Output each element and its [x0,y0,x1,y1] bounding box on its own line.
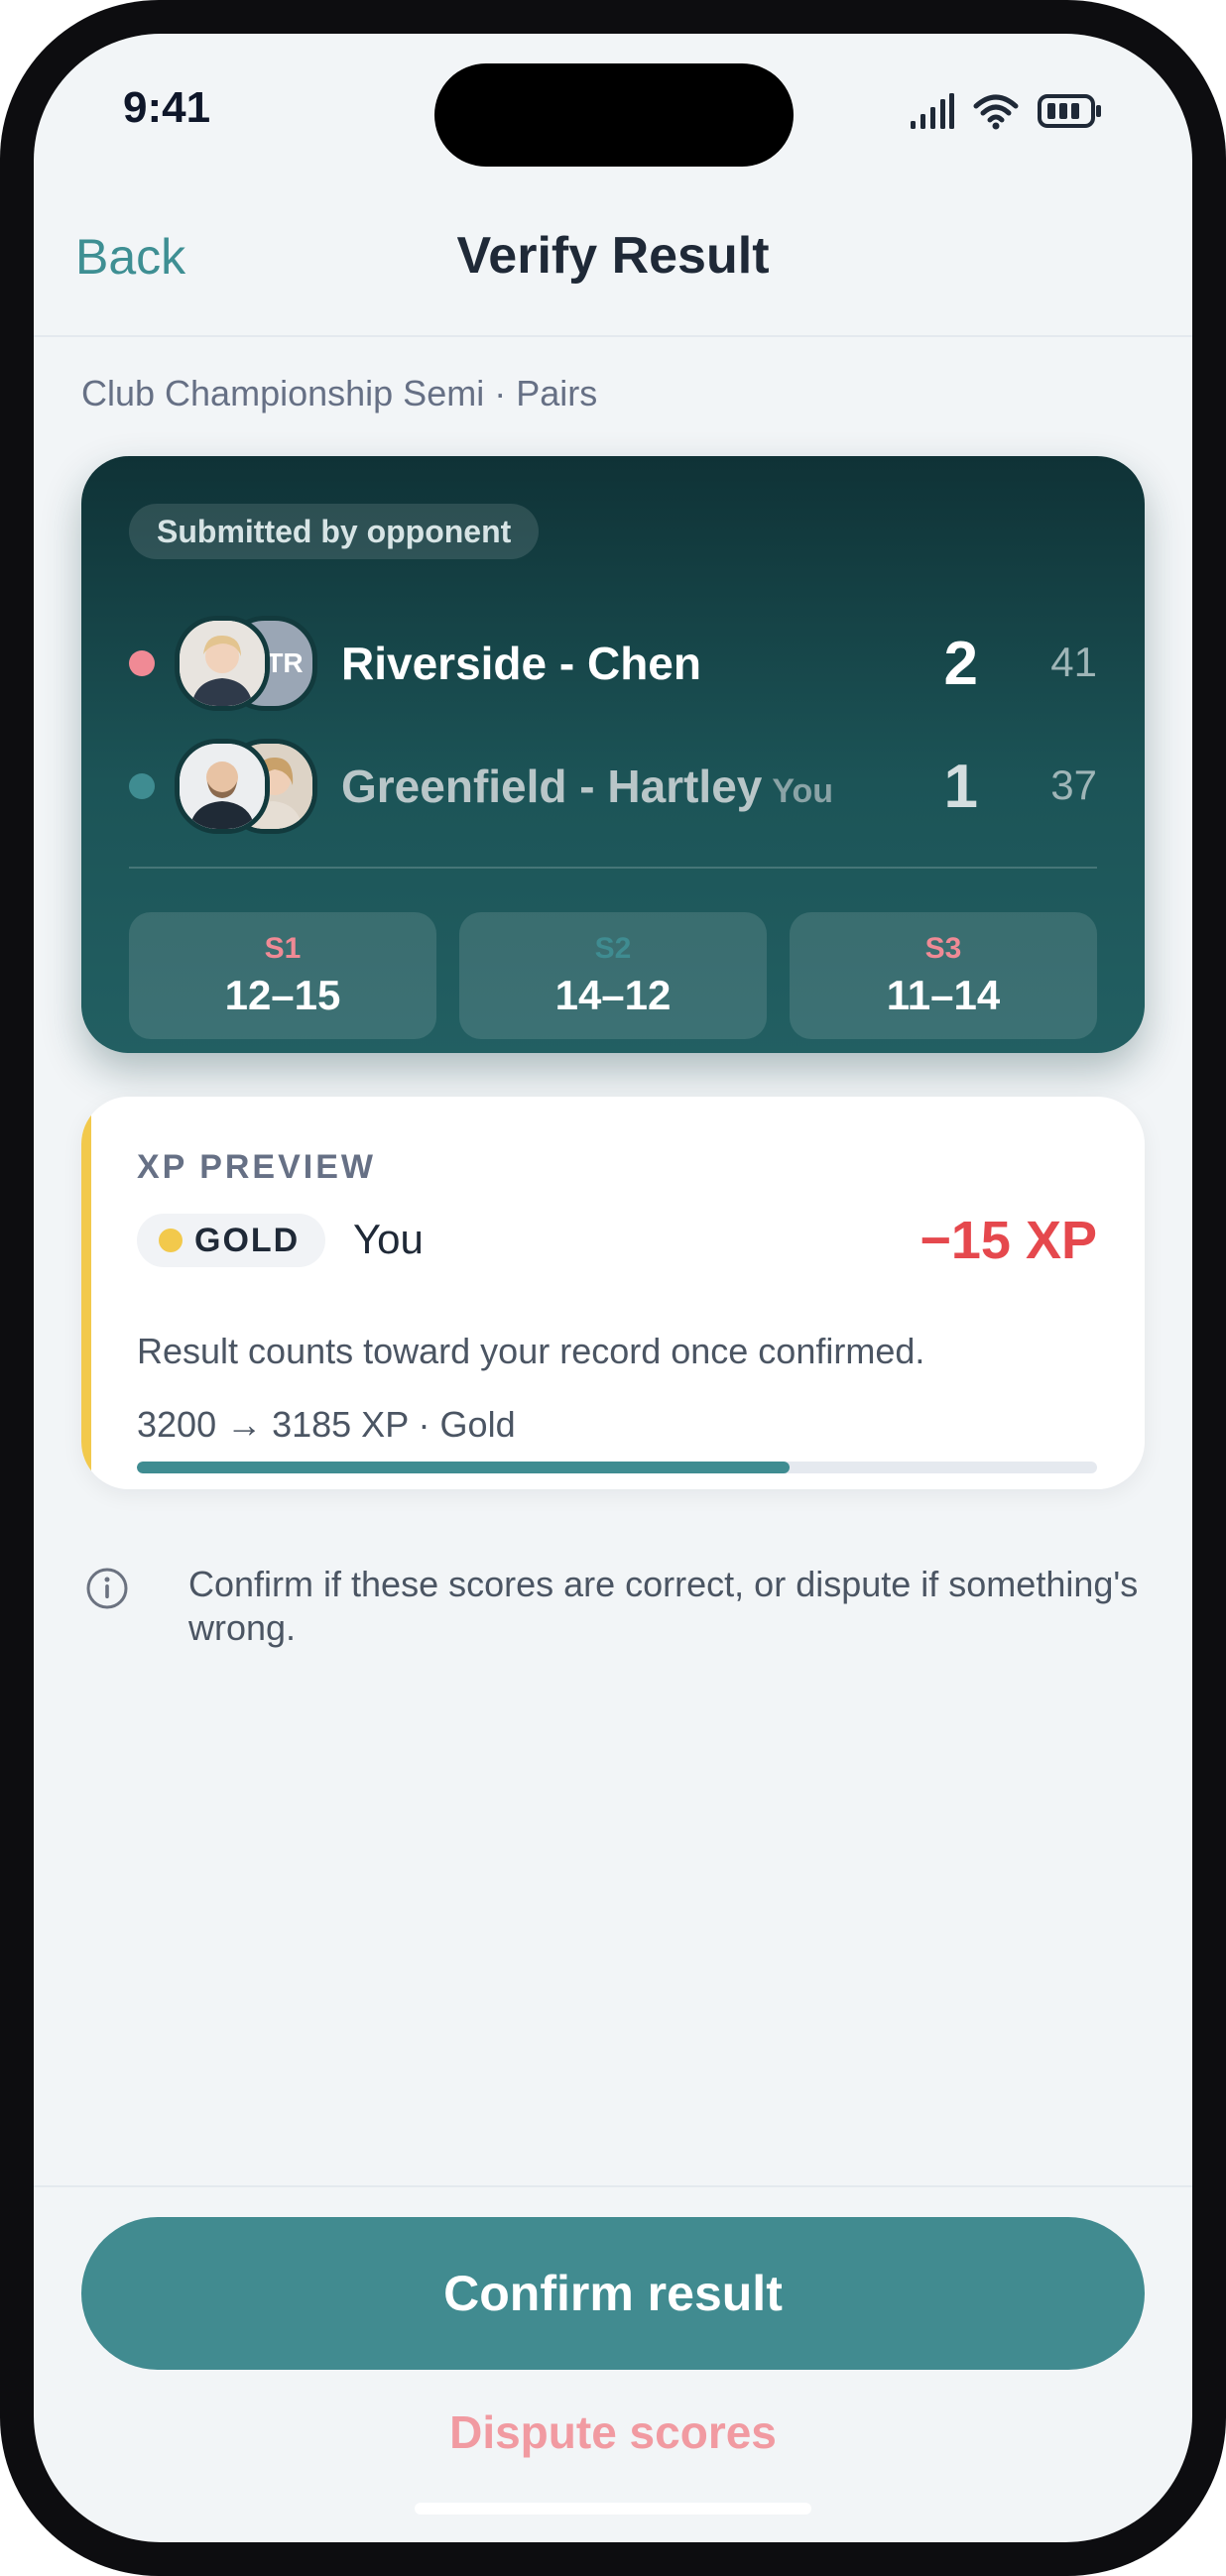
set-label: S1 [264,932,302,965]
dispute-scores-button[interactable]: Dispute scores [34,2405,1192,2459]
set-score-box: S3 11–14 [790,912,1097,1039]
home-indicator[interactable] [415,2503,811,2515]
tier-badge: GOLD [137,1214,326,1267]
xp-preview-heading: XP PREVIEW [137,1148,376,1186]
info-icon [86,1568,128,1609]
team-name: Greenfield - Hartley You [341,760,833,813]
screen: 9:41 Back Verify Result Club Championshi… [34,34,1192,2542]
set-score: 12–15 [224,972,341,1018]
footer-divider [34,2185,1192,2187]
person-photo-icon [180,744,265,829]
page-title: Verify Result [456,227,770,285]
set-score-box: S2 14–12 [459,912,767,1039]
xp-note: Result counts toward your record once co… [137,1331,925,1371]
xp-accent-bar [81,1097,91,1489]
xp-delta: −15 XP [920,1211,1097,1270]
info-text: Confirm if these scores are correct, or … [188,1564,1139,1648]
team-name: Riverside - Chen [341,638,701,689]
avatar [175,616,270,711]
set-score-box: S1 12–15 [129,912,436,1039]
wifi-icon [973,94,1019,130]
xp-range: 3200 → 3185 XP · Gold [137,1404,516,1445]
confirm-result-button[interactable]: Confirm result [81,2217,1145,2370]
team-color-dot [129,650,155,676]
avatar [175,739,270,834]
set-label: S3 [924,932,962,965]
team-color-dot [129,773,155,799]
team-sets-won: 1 [943,753,978,821]
status-icons [911,91,1103,131]
team-points: 41 [1050,639,1097,685]
match-result-card: Submitted by opponent TR Riverside - Che… [81,456,1145,1053]
set-score: 14–12 [554,972,672,1018]
card-divider [129,867,1097,869]
set-score: 11–14 [886,972,1001,1018]
xp-progress-fill [137,1462,791,1473]
battery-icon [1038,94,1101,128]
submitted-badge: Submitted by opponent [129,504,540,559]
dynamic-island [434,63,794,167]
xp-preview-card: XP PREVIEW GOLD You −15 XP Result counts… [81,1097,1145,1489]
team-points: 37 [1050,761,1097,808]
team-row-2: Greenfield - Hartley You 1 37 [81,732,1145,841]
match-subtitle: Club Championship Semi · Pairs [81,373,598,413]
status-time: 9:41 [123,83,211,132]
header-divider [34,335,1192,337]
signal-icon [911,93,954,129]
team-sets-won: 2 [943,630,978,698]
xp-progress-bar [137,1462,1097,1473]
person-photo-icon [180,621,265,706]
tier-label: GOLD [194,1222,301,1259]
device-frame: 9:41 Back Verify Result Club Championshi… [0,0,1226,2576]
team-row-1: TR Riverside - Chen 2 41 [81,609,1145,718]
set-label: S2 [594,932,632,965]
team-name-text: Greenfield - Hartley [341,761,763,812]
xp-player-label: You [353,1216,424,1262]
you-tag: You [772,772,834,810]
gold-dot-icon [159,1229,183,1252]
